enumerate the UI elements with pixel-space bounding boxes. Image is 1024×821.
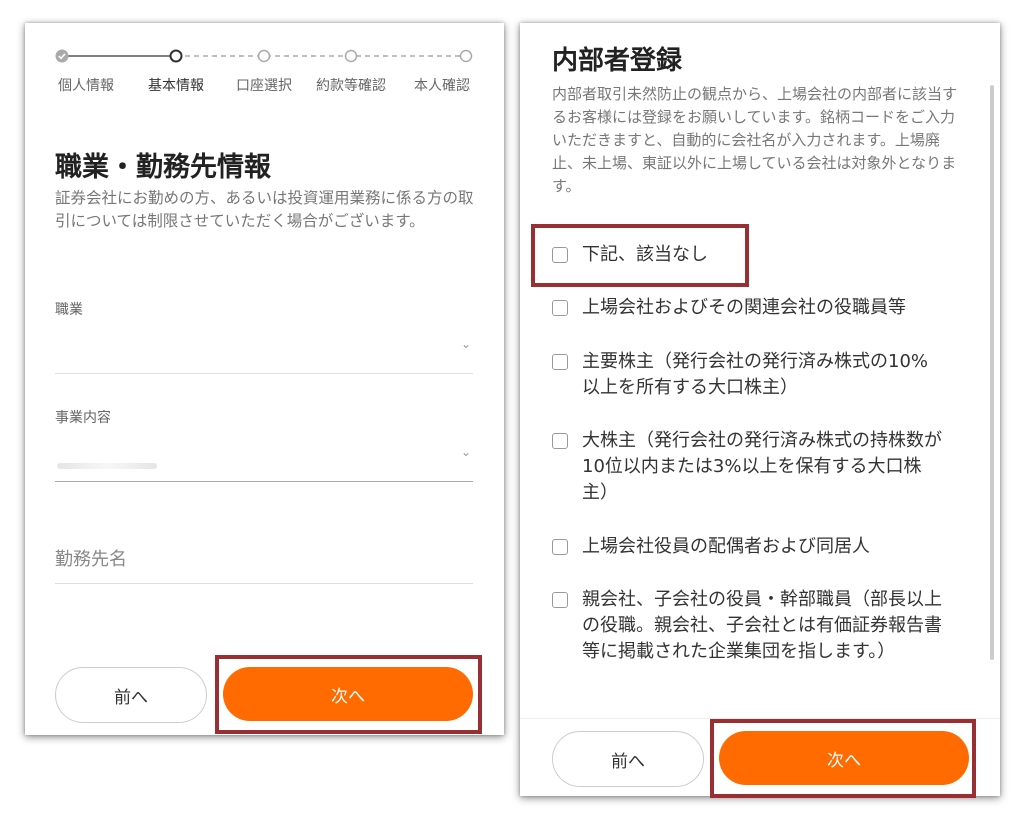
none-option-highlight — [531, 224, 749, 287]
step-label: 約款等確認 — [316, 78, 386, 94]
progress-stepper: 個人情報 基本情報 口座選択 約款等確認 本人確認 — [25, 23, 504, 113]
step-label: 本人確認 — [414, 78, 470, 94]
option-label: 上場会社およびその関連会社の役職員等 — [582, 297, 906, 318]
prev-button[interactable]: 前へ — [552, 731, 704, 787]
step-dot — [459, 49, 473, 63]
blurred-value — [57, 463, 157, 469]
next-button-highlight — [215, 655, 482, 734]
step-dot — [257, 49, 271, 63]
occupation-label: 職業 — [55, 302, 83, 318]
employer-input[interactable]: 勤務先名 — [55, 538, 473, 583]
chevron-down-icon: ⌄ — [460, 445, 471, 459]
chevron-down-icon: ⌄ — [460, 337, 471, 351]
business-underline — [55, 481, 473, 482]
page-title: 職業・勤務先情報 — [55, 152, 271, 183]
page-title: 内部者登録 — [552, 46, 683, 76]
next-button-highlight — [710, 719, 976, 798]
scrollbar[interactable] — [990, 85, 994, 660]
page-description: 内部者取引未然防止の観点から、上場会社の内部者に該当するお客様には登録をお願いし… — [552, 85, 958, 195]
occupation-underline — [55, 373, 473, 374]
option-label: 大株主（発行会社の発行済み株式の持株数が10位以内または3%以上を保有する大口株… — [582, 430, 942, 503]
occupation-form-screen: 個人情報 基本情報 口座選択 約款等確認 本人確認 職業・勤務先情報 証券会社に… — [25, 23, 504, 735]
checkbox[interactable] — [552, 592, 568, 608]
step-active-dot — [169, 49, 183, 63]
checkbox[interactable] — [552, 300, 568, 316]
checkbox[interactable] — [552, 539, 568, 555]
employer-placeholder: 勤務先名 — [55, 549, 127, 570]
step-label-active: 基本情報 — [148, 78, 204, 94]
step-label: 個人情報 — [58, 78, 114, 94]
option-large-shareholder[interactable]: 大株主（発行会社の発行済み株式の持株数が10位以内または3%以上を保有する大口株… — [552, 428, 942, 506]
option-label: 主要株主（発行会社の発行済み株式の10%以上を所有する大口株主） — [582, 351, 929, 398]
stepper-track — [55, 49, 473, 63]
step-done-icon — [55, 49, 69, 63]
option-parent-subsidiary[interactable]: 親会社、子会社の役員・幹部職員（部長以上の役職。親会社、子会社とは有価証券報告書… — [552, 587, 942, 665]
checkbox[interactable] — [552, 433, 568, 449]
business-label: 事業内容 — [55, 410, 111, 426]
occupation-select[interactable]: ⌄ — [55, 323, 473, 373]
prev-button[interactable]: 前へ — [55, 667, 207, 723]
option-label: 上場会社役員の配偶者および同居人 — [582, 536, 870, 557]
page-description: 証券会社にお勤めの方、あるいは投資運用業務に係る方の取引については制限させていた… — [55, 189, 474, 230]
employer-underline — [55, 583, 473, 584]
step-label: 口座選択 — [236, 78, 292, 94]
option-major-shareholder[interactable]: 主要株主（発行会社の発行済み株式の10%以上を所有する大口株主） — [552, 349, 942, 401]
option-officer[interactable]: 上場会社およびその関連会社の役職員等 — [552, 295, 942, 321]
checkbox[interactable] — [552, 354, 568, 370]
step-dot — [344, 49, 358, 63]
business-select[interactable]: ⌄ — [55, 431, 473, 481]
insider-registration-screen: 内部者登録 内部者取引未然防止の観点から、上場会社の内部者に該当するお客様には登… — [520, 23, 1000, 796]
option-label: 親会社、子会社の役員・幹部職員（部長以上の役職。親会社、子会社とは有価証券報告書… — [582, 589, 942, 662]
option-spouse[interactable]: 上場会社役員の配偶者および同居人 — [552, 534, 942, 560]
